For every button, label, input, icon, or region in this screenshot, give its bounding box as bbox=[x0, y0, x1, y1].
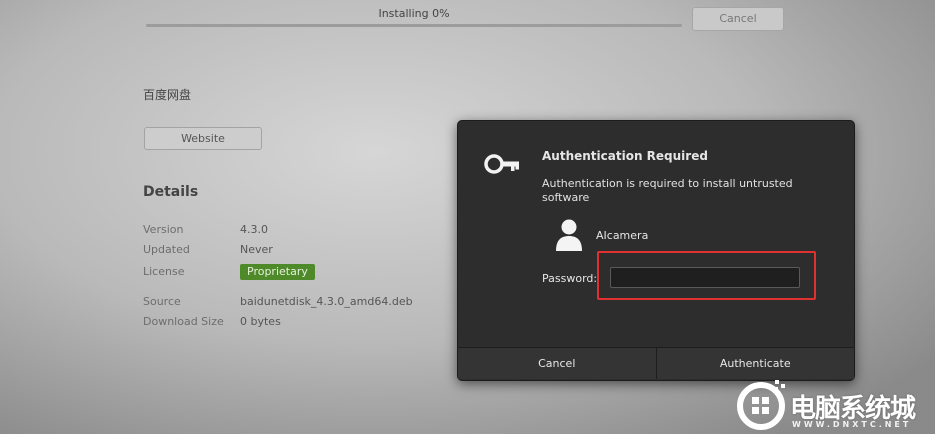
detail-value-updated: Never bbox=[240, 243, 273, 256]
details-heading: Details bbox=[143, 184, 199, 200]
website-button[interactable]: Website bbox=[144, 127, 262, 150]
detail-label-license: License bbox=[143, 265, 185, 278]
watermark-url: WWW.DNXTC.NET bbox=[792, 420, 912, 429]
authenticate-button[interactable]: Authenticate bbox=[655, 348, 854, 379]
install-status: Installing 0% bbox=[378, 7, 450, 20]
detail-label-updated: Updated bbox=[143, 243, 190, 256]
detail-label-version: Version bbox=[143, 223, 184, 236]
install-progress-bar bbox=[146, 24, 682, 27]
dialog-button-row: Cancel Authenticate bbox=[458, 347, 854, 379]
detail-value-source: baidunetdisk_4.3.0_amd64.deb bbox=[240, 295, 413, 308]
auth-dialog-title: Authentication Required bbox=[542, 149, 708, 163]
detail-label-download-size: Download Size bbox=[143, 315, 224, 328]
detail-value-download-size: 0 bytes bbox=[240, 315, 281, 328]
password-label: Password: bbox=[542, 272, 598, 285]
password-input[interactable] bbox=[610, 267, 800, 288]
app-name: 百度网盘 bbox=[143, 88, 192, 102]
auth-dialog-message: Authentication is required to install un… bbox=[542, 177, 793, 204]
watermark-logo-icon bbox=[735, 378, 787, 434]
detail-value-version: 4.3.0 bbox=[240, 223, 268, 236]
user-name: AIcamera bbox=[596, 229, 649, 242]
cancel-button[interactable]: Cancel bbox=[458, 348, 656, 379]
license-badge[interactable]: Proprietary bbox=[240, 264, 315, 280]
key-icon bbox=[484, 152, 522, 180]
install-cancel-button[interactable]: Cancel bbox=[692, 7, 784, 31]
user-avatar-icon bbox=[555, 218, 583, 256]
detail-label-source: Source bbox=[143, 295, 181, 308]
